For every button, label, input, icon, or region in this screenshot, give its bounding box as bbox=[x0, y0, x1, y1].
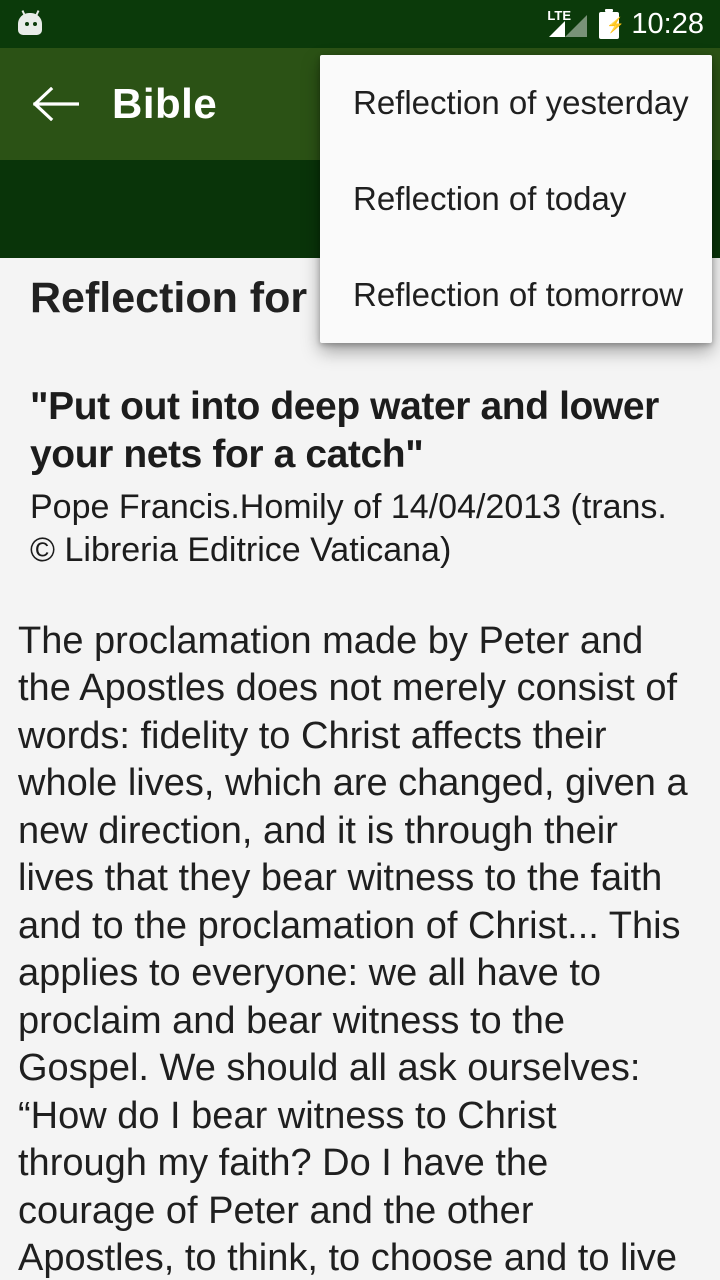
status-bar-right: LTE ⚡ 10:28 bbox=[547, 9, 704, 39]
signal-bars-icon: LTE bbox=[547, 9, 588, 39]
back-arrow-icon bbox=[33, 87, 79, 121]
status-bar: LTE ⚡ 10:28 bbox=[0, 0, 720, 48]
status-bar-left bbox=[16, 10, 547, 37]
reflection-quote: "Put out into deep water and lower your … bbox=[30, 385, 659, 476]
status-bar-clock: 10:28 bbox=[631, 8, 704, 40]
back-button[interactable] bbox=[0, 48, 112, 160]
page-title: Bible bbox=[112, 80, 218, 127]
android-icon bbox=[16, 10, 44, 37]
reflection-body: The proclamation made by Peter and the A… bbox=[18, 619, 688, 1280]
reflection-content[interactable]: Reflection for d "Put out into deep wate… bbox=[0, 258, 720, 1280]
menu-item-reflection-today[interactable]: Reflection of today bbox=[320, 151, 712, 247]
menu-item-reflection-tomorrow[interactable]: Reflection of tomorrow bbox=[320, 247, 712, 343]
reflection-attribution: Pope Francis.Homily of 14/04/2013 (trans… bbox=[30, 488, 677, 569]
menu-item-reflection-yesterday[interactable]: Reflection of yesterday bbox=[320, 55, 712, 151]
app-screen: LTE ⚡ 10:28 Bible Reflection for d "Put … bbox=[0, 0, 720, 1280]
battery-charging-icon: ⚡ bbox=[599, 9, 625, 39]
overflow-menu[interactable]: Reflection of yesterday Reflection of to… bbox=[320, 55, 712, 343]
